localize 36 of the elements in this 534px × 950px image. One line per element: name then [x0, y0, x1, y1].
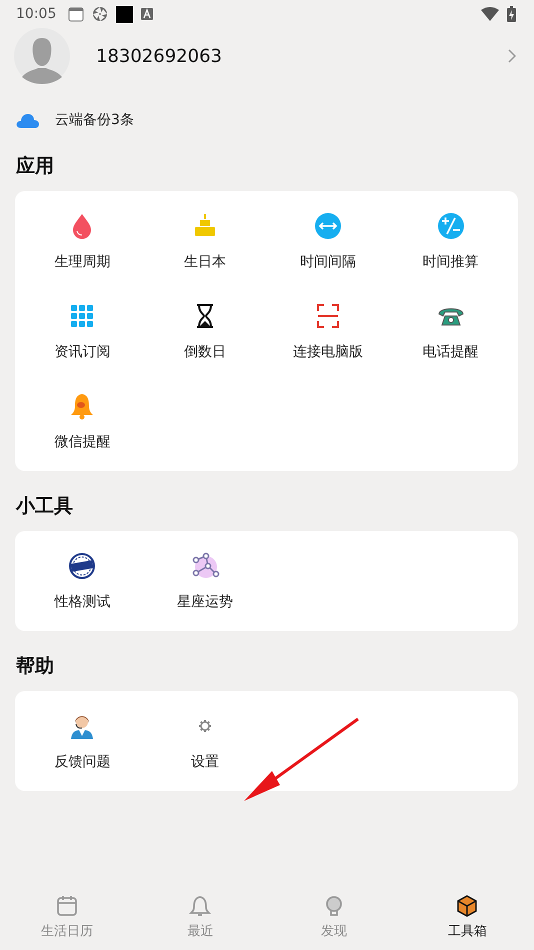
section-title: 小工具: [14, 494, 74, 519]
stamp-icon: [67, 551, 98, 581]
tool-item[interactable]: 时间推算: [389, 211, 512, 271]
constellation-icon: [190, 551, 220, 581]
tool-item[interactable]: 电话提醒: [389, 301, 512, 361]
tool-item[interactable]: 星座运势: [144, 551, 266, 611]
plus-minus-icon: [436, 211, 466, 241]
profile-row[interactable]: 18302692063: [0, 28, 534, 84]
calendar-icon: [68, 6, 84, 22]
tool-item[interactable]: 反馈问题: [21, 711, 144, 771]
square-icon: [116, 6, 134, 22]
tool-item[interactable]: 倒数日: [144, 301, 266, 361]
section-title: 帮助: [15, 654, 55, 679]
battery-icon: [507, 6, 516, 22]
avatar-icon: [14, 28, 70, 84]
tool-item[interactable]: 设置: [144, 711, 266, 771]
tool-item[interactable]: 连接电脑版: [266, 301, 390, 361]
tool-item[interactable]: 微信提醒: [21, 391, 144, 451]
tool-item[interactable]: 生日本: [144, 211, 266, 271]
bell-icon: [188, 894, 212, 918]
tool-item[interactable]: 资讯订阅: [21, 301, 144, 361]
tab[interactable]: 工具箱: [400, 890, 534, 944]
phone-number: 18302692063: [96, 46, 222, 66]
a-icon: [141, 8, 154, 20]
calendar-icon: [54, 894, 79, 918]
tool-item[interactable]: 生理周期: [21, 211, 144, 271]
wifi-icon: [481, 7, 499, 21]
cloud-icon: [16, 112, 39, 128]
section-title: 应用: [14, 154, 55, 179]
tool-item[interactable]: 时间间隔: [266, 211, 390, 271]
box-icon: [455, 894, 480, 918]
cloud-backup-text: 云端备份3条: [55, 111, 134, 129]
tool-item[interactable]: 性格测试: [21, 551, 144, 611]
chevron-right-icon: [508, 49, 516, 63]
aperture-icon: [92, 6, 108, 22]
status-time: 10:05: [16, 6, 56, 22]
